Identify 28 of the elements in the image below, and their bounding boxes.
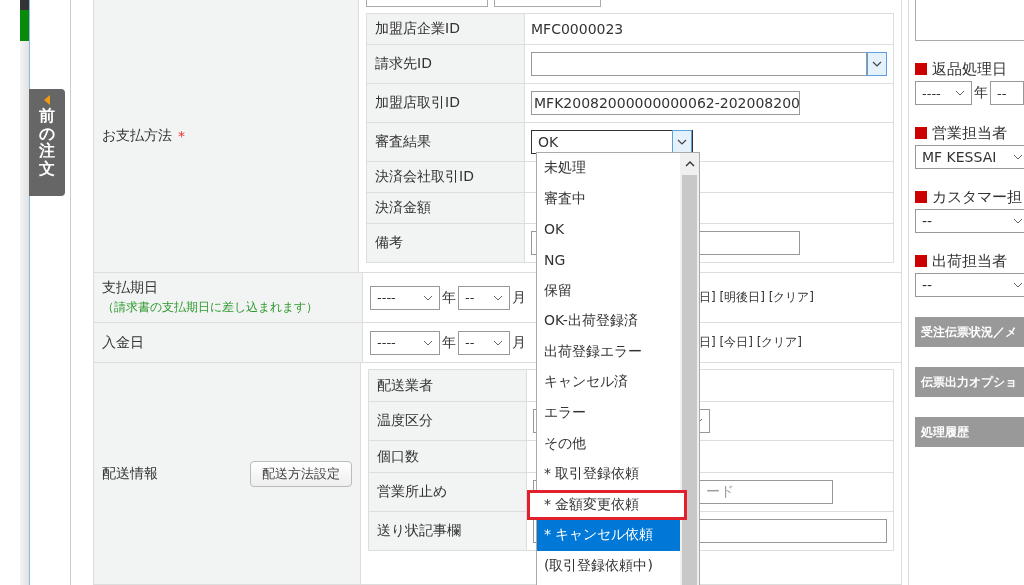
field-label: 審査結果 xyxy=(375,133,431,151)
unit-label: 年 xyxy=(974,84,989,102)
field-label: 入金日 xyxy=(102,333,144,352)
field-value: MFC0000023 xyxy=(531,21,624,37)
field-label: カスタマー担 xyxy=(932,187,1022,207)
unit-label: 年 xyxy=(442,333,456,352)
field-label: 配送業者 xyxy=(377,376,433,395)
unit-label: 月 xyxy=(512,333,526,352)
field-note: （請求書の支払期日に差し込まれます） xyxy=(102,299,318,316)
field-label: お支払方法 xyxy=(102,127,172,145)
field-label: 個口数 xyxy=(377,447,419,466)
field-label: 決済金額 xyxy=(375,199,431,217)
field-label: 加盟店企業ID xyxy=(375,20,460,38)
field-label: 決済会社取引ID xyxy=(375,168,474,186)
field-label: 返品処理日 xyxy=(932,59,1007,79)
unit-label: 年 xyxy=(442,288,456,307)
field-label: 温度区分 xyxy=(377,412,433,430)
field-label: 支払期日 xyxy=(102,279,158,297)
field-label: 配送情報 xyxy=(102,464,158,483)
required-mark: * xyxy=(178,128,185,144)
field-label: 営業所止め xyxy=(377,483,447,501)
unit-label: 月 xyxy=(512,288,526,307)
field-label: 出荷担当者 xyxy=(932,251,1007,271)
field-label: 営業担当者 xyxy=(932,123,1007,143)
field-label: 加盟店取引ID xyxy=(375,94,460,112)
field-label: 送り状記事欄 xyxy=(377,522,461,540)
field-label: 請求先ID xyxy=(375,55,432,73)
field-label: 備考 xyxy=(375,234,403,252)
